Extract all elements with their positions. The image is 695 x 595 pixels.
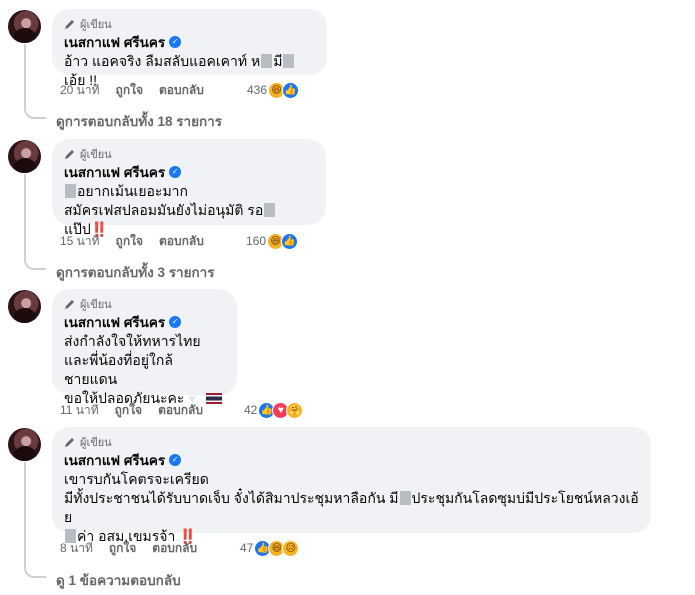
- comment-bubble: ผู้เขียน เนสกาแฟ ศรีนคร ✓ ส่งกำลังใจให้ท…: [52, 289, 237, 406]
- comment-time[interactable]: 8 นาที: [60, 539, 93, 558]
- comment-bubble: ผู้เขียน เนสกาแฟ ศรีนคร ✓ อ้าว แอคจริง ล…: [52, 9, 327, 88]
- comment-time[interactable]: 20 นาที: [60, 81, 100, 100]
- avatar[interactable]: [8, 290, 41, 323]
- author-badge: ผู้เขียน: [64, 297, 225, 311]
- reply-button[interactable]: ตอบกลับ: [152, 539, 197, 558]
- like-button[interactable]: ถูกใจ: [116, 81, 143, 100]
- thread-line: [24, 174, 26, 262]
- reaction-summary[interactable]: 436 😆 👍: [247, 80, 300, 100]
- redacted-block: [283, 54, 295, 68]
- reaction-summary[interactable]: 160 😆 👍: [246, 231, 299, 251]
- reaction-summary[interactable]: 42 👍 ♥ 🤗: [244, 400, 304, 420]
- redacted-block: [264, 203, 276, 217]
- verified-icon: ✓: [169, 165, 182, 178]
- reaction-summary[interactable]: 47 👍 😆 😥: [240, 538, 300, 558]
- like-icon: 👍: [281, 232, 299, 250]
- comment-actions: 11 นาที ถูกใจ ตอบกลับ: [60, 401, 219, 419]
- comment-bubble: ผู้เขียน เนสกาแฟ ศรีนคร ✓ เขารบกันโคตรจะ…: [52, 427, 651, 544]
- pencil-icon: [65, 299, 74, 309]
- author-name[interactable]: เนสกาแฟ ศรีนคร: [64, 311, 165, 333]
- redacted-block: [399, 491, 411, 505]
- comment-time[interactable]: 15 นาที: [60, 232, 100, 251]
- view-replies-link[interactable]: ดูการตอบกลับทั้ง 3 รายการ: [56, 261, 214, 283]
- author-badge: ผู้เขียน: [64, 17, 315, 31]
- reaction-count: 47: [240, 541, 254, 555]
- avatar[interactable]: [8, 10, 41, 43]
- reaction-count: 42: [244, 403, 258, 417]
- author-badge: ผู้เขียน: [64, 147, 314, 161]
- thread-line: [24, 44, 26, 110]
- view-replies-link[interactable]: ดู 1 ข้อความตอบกลับ: [56, 569, 181, 591]
- sad-icon: 😥: [282, 539, 300, 557]
- verified-icon: ✓: [169, 315, 182, 328]
- verified-icon: ✓: [169, 35, 182, 48]
- avatar[interactable]: [8, 428, 41, 461]
- thread-connector: [24, 107, 46, 119]
- pencil-icon: [65, 437, 74, 447]
- like-icon: 👍: [282, 81, 300, 99]
- thread-line: [24, 462, 26, 568]
- like-button[interactable]: ถูกใจ: [116, 232, 143, 251]
- pencil-icon: [65, 149, 74, 159]
- reply-button[interactable]: ตอบกลับ: [159, 232, 204, 251]
- author-badge: ผู้เขียน: [64, 435, 639, 449]
- reaction-count: 160: [246, 234, 267, 248]
- reply-button[interactable]: ตอบกลับ: [158, 401, 203, 420]
- comment-time[interactable]: 11 นาที: [60, 401, 99, 420]
- author-name[interactable]: เนสกาแฟ ศรีนคร: [64, 31, 165, 53]
- like-button[interactable]: ถูกใจ: [109, 539, 136, 558]
- redacted-block: [261, 54, 273, 68]
- comment-actions: 15 นาที ถูกใจ ตอบกลับ: [60, 232, 220, 250]
- reaction-count: 436: [247, 83, 268, 97]
- thread-connector: [24, 566, 46, 578]
- reply-button[interactable]: ตอบกลับ: [159, 81, 204, 100]
- view-replies-link[interactable]: ดูการตอบกลับทั้ง 18 รายการ: [56, 110, 222, 132]
- comment-text: เขารบกันโคตรจะเครียด มีทั้งประชาชนได้รับ…: [64, 471, 639, 544]
- like-button[interactable]: ถูกใจ: [115, 401, 142, 420]
- thread-connector: [24, 258, 46, 270]
- comment-actions: 20 นาที ถูกใจ ตอบกลับ: [60, 81, 220, 99]
- pencil-icon: [65, 19, 74, 29]
- redacted-block: [65, 184, 76, 198]
- comment-bubble: ผู้เขียน เนสกาแฟ ศรีนคร ✓ อยากเม้นเยอะมา…: [52, 139, 326, 237]
- care-icon: 🤗: [286, 401, 304, 419]
- author-name[interactable]: เนสกาแฟ ศรีนคร: [64, 161, 165, 183]
- verified-icon: ✓: [169, 453, 182, 466]
- comment-actions: 8 นาที ถูกใจ ตอบกลับ: [60, 539, 213, 557]
- author-name[interactable]: เนสกาแฟ ศรีนคร: [64, 449, 165, 471]
- avatar[interactable]: [8, 140, 41, 173]
- comment-text: ส่งกำลังใจให้ทหารไทย และพี่น้องที่อยู่ใก…: [64, 332, 225, 408]
